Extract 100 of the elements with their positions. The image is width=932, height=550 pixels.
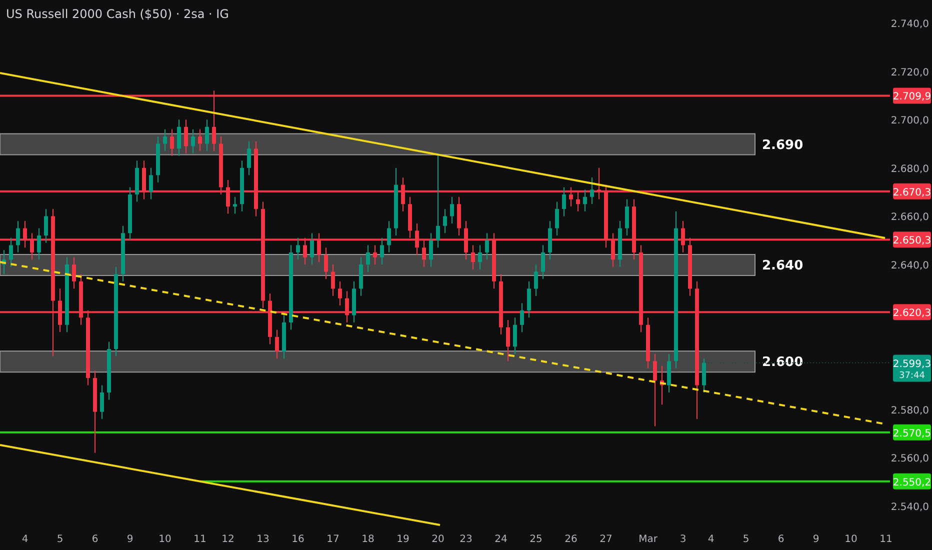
candle [590,177,594,205]
candle [142,160,146,200]
candle [625,198,629,236]
candle [485,232,489,260]
candle [688,237,692,296]
candle [16,220,20,253]
candle [415,222,419,256]
time-tick-label: 24 [494,534,508,545]
candle [387,220,391,253]
current-price-badge: 2.599,3 37:44 [892,354,932,382]
candle [555,201,559,236]
candle [681,220,685,253]
price-tick-label: 2.580,0 [890,405,929,416]
time-tick-label: 12 [222,534,234,545]
time-tick-label: 9 [126,534,134,545]
time-tick-label: 11 [880,534,892,545]
candle [240,160,244,212]
candle [464,220,468,260]
candle [72,256,76,290]
candle [562,186,566,217]
time-tick-label: 13 [256,534,270,545]
candle [667,353,671,393]
candle [107,341,111,400]
time-tick-label: 20 [432,534,444,545]
candle [534,264,538,296]
time-tick-label: 26 [564,534,578,545]
candle [156,136,160,183]
candle [275,329,279,360]
price-level-badge: 2.670,3 [892,183,932,200]
candle [422,240,426,268]
time-tick-label: 18 [362,534,374,545]
candle [632,198,636,260]
candle [2,250,6,275]
candle [380,237,384,265]
zone-label: 2.640 [762,258,804,274]
candle [9,237,13,268]
price-tick-label: 2.740,0 [890,19,929,30]
candle [219,136,223,195]
time-tick-label: 16 [292,534,304,545]
candle [247,140,251,176]
time-tick-label: Mar [638,534,658,545]
candle [506,320,510,362]
price-level-badge: 2.570,5 [892,424,932,440]
candle [611,232,615,268]
candle [317,232,321,263]
candle [310,232,314,265]
candle [205,119,209,152]
candle [359,256,363,296]
candle [177,119,181,156]
candle [44,208,48,244]
candle [569,186,573,208]
price-tick-label: 2.640,0 [890,260,929,272]
time-tick-label: 25 [530,534,542,545]
candle [170,128,174,156]
time-tick-label: 10 [844,534,858,545]
time-tick-label: 3 [680,534,686,545]
time-tick-label: 4 [22,534,28,545]
candle [23,220,27,248]
candle [135,160,139,202]
chart-title: US Russell 2000 Cash ($50) · 2sa · IG [6,7,229,21]
candle [338,280,342,306]
candle [520,302,524,333]
candle [394,167,398,236]
price-level-badge: 2.650,3 [892,232,932,248]
candle [198,128,202,152]
candle [296,237,300,260]
candle [100,384,104,420]
price-tick-label: 2.720,0 [890,67,929,78]
candle [604,184,608,248]
candle [429,232,433,268]
candle [282,314,286,360]
time-tick-label: 4 [708,534,714,545]
candle [408,196,412,238]
candle [492,232,496,290]
time-tick-label: 5 [742,534,750,545]
candle [499,274,503,336]
candle [443,208,447,234]
candle [184,119,188,154]
candle [373,244,377,265]
time-tick-label: 9 [812,534,820,545]
zone-label: 2.690 [762,138,804,153]
candle [548,220,552,260]
time-tick-label: 19 [396,534,410,545]
time-tick-label: 6 [778,534,784,545]
time-tick-label: 6 [92,534,98,545]
candle [324,247,328,280]
time-tick-label: 23 [460,534,472,545]
candle [149,167,153,200]
candle [345,290,349,323]
candle [541,244,545,280]
price-level-badge: 2.550,2 [892,473,932,490]
candle [352,280,356,323]
time-tick-label: 5 [56,534,64,545]
candle [618,220,622,268]
time-tick-label: 11 [194,534,206,545]
candle [597,167,601,200]
candle [233,196,237,214]
candle [401,177,405,212]
candle [37,228,41,260]
candle [58,288,62,333]
